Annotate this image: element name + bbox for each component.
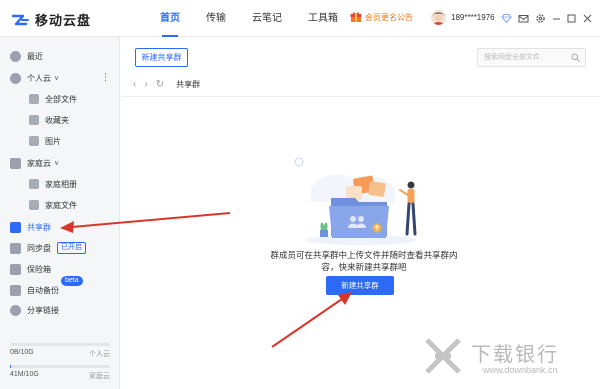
sidebar-item-label: 家庭文件 <box>45 200 77 210</box>
search-icon[interactable] <box>571 53 580 62</box>
sidebar-item-family-album[interactable]: 家庭相册 <box>0 174 120 194</box>
chevron-down-icon: ∨ <box>54 160 60 167</box>
sidebar-item-all-files[interactable]: 全部文件 <box>0 89 120 109</box>
share-icon <box>10 304 21 316</box>
image-icon <box>29 136 39 146</box>
avatar-icon <box>431 10 446 25</box>
sidebar-item-share-link[interactable]: 分享链接 <box>0 300 120 320</box>
quota-label: 家庭云 <box>89 373 110 380</box>
minimize-icon[interactable] <box>551 13 562 24</box>
sidebar-item-safe-box[interactable]: 保险箱 <box>0 259 120 279</box>
sidebar-item-label: 图片 <box>45 136 61 146</box>
file-icon <box>29 200 39 210</box>
forward-icon[interactable]: › <box>144 79 147 90</box>
promo-text: 会员更名公告 <box>365 12 413 22</box>
quota-bar <box>10 365 110 368</box>
quota-bar <box>10 343 110 346</box>
maximize-icon[interactable] <box>566 13 577 24</box>
clock-icon <box>10 50 21 62</box>
sidebar-item-auto-backup[interactable]: 自动备份 beta <box>0 276 120 300</box>
refresh-icon[interactable]: ↻ <box>156 79 164 90</box>
sidebar-item-label: 自动备份 <box>27 285 59 295</box>
gear-icon[interactable] <box>535 13 546 24</box>
sidebar-item-pictures[interactable]: 图片 <box>0 131 120 151</box>
top-nav: 首页 传输 云笔记 工具箱 <box>160 0 364 37</box>
album-icon <box>29 179 39 189</box>
promo-link[interactable]: 会员更名公告 <box>350 11 413 23</box>
quota-label: 个人云 <box>89 351 110 358</box>
create-group-button[interactable]: 新建共享群 <box>326 276 394 295</box>
quota-used: 41M/10G <box>10 371 39 378</box>
sidebar-item-sync-box[interactable]: 同步盘 已开启 <box>0 238 120 258</box>
tab-transfer[interactable]: 传输 <box>206 0 226 37</box>
file-icon <box>29 94 39 104</box>
tab-toolbox[interactable]: 工具箱 <box>308 0 338 37</box>
sidebar-item-favorites[interactable]: 收藏夹 <box>0 110 120 130</box>
tab-cloud-notes[interactable]: 云笔记 <box>252 0 282 37</box>
app-logo: 移动云盘 <box>12 10 91 29</box>
main-panel: 新建共享群 ‹ › ↻ 共享群 群成员可在共享群中上传文件并随时查 <box>121 37 600 389</box>
watermark-title: 下载银行 <box>471 342 559 366</box>
watermark: 下载银行 www.downbank.cn <box>421 332 596 384</box>
sidebar-item-label: 家庭相册 <box>45 179 77 189</box>
vip-diamond-icon[interactable] <box>501 13 512 24</box>
gift-icon <box>350 12 362 22</box>
group-icon <box>10 221 21 233</box>
watermark-url: www.downbank.cn <box>483 365 558 375</box>
sidebar-item-recent[interactable]: 最近 <box>0 46 120 66</box>
quota-family: 41M/10G 家庭云 <box>10 365 110 381</box>
search-box[interactable] <box>477 48 586 67</box>
sidebar: 最近 个人云 ∨ ⋮ 全部文件 收藏夹 图片 家庭云 ∨ 家庭相册 家庭文件 共… <box>0 37 120 389</box>
tab-home[interactable]: 首页 <box>160 0 180 37</box>
sidebar-item-family-cloud[interactable]: 家庭云 ∨ <box>0 153 120 173</box>
sidebar-item-label: 全部文件 <box>45 94 77 104</box>
chevron-down-icon: ∨ <box>54 75 60 82</box>
new-group-button[interactable]: 新建共享群 <box>135 48 188 67</box>
user-phone[interactable]: 189****1976 <box>451 13 495 22</box>
cloud-logo-icon <box>12 14 29 25</box>
sidebar-item-label: 分享链接 <box>27 305 59 315</box>
sync-icon <box>10 242 21 254</box>
sidebar-item-shared-group[interactable]: 共享群 <box>0 217 120 237</box>
sidebar-item-personal-cloud[interactable]: 个人云 ∨ ⋮ <box>0 68 120 88</box>
app-name: 移动云盘 <box>35 13 92 28</box>
home-icon <box>10 157 21 169</box>
sidebar-item-label: 同步盘 <box>27 243 51 253</box>
empty-state-illustration <box>294 157 417 245</box>
empty-state-text: 群成员可在共享群中上传文件并随时查看共享群内容，快来新建共享群吧 <box>270 250 458 272</box>
quota-used: 0B/10G <box>10 349 34 356</box>
safe-icon <box>10 263 21 275</box>
mail-icon[interactable] <box>518 13 529 24</box>
sidebar-item-label: 最近 <box>27 51 43 61</box>
watermark-logo-icon <box>425 338 461 374</box>
back-icon[interactable]: ‹ <box>133 79 136 90</box>
title-bar: 移动云盘 首页 传输 云笔记 工具箱 会员更名公告 189****1976 <box>0 0 600 37</box>
backup-icon <box>10 284 21 296</box>
quota-personal: 0B/10G 个人云 <box>10 343 110 359</box>
breadcrumb: ‹ › ↻ 共享群 <box>133 77 200 91</box>
sidebar-item-family-files[interactable]: 家庭文件 <box>0 195 120 215</box>
cloud-icon <box>10 72 21 84</box>
more-options-icon[interactable]: ⋮ <box>101 72 110 83</box>
divider <box>121 96 600 97</box>
quota-fill <box>10 365 11 368</box>
sidebar-item-label: 共享群 <box>27 222 51 232</box>
search-input[interactable] <box>478 49 568 66</box>
beta-badge: beta <box>61 276 83 286</box>
sidebar-item-label: 个人云 <box>27 73 51 83</box>
close-icon[interactable] <box>582 13 593 24</box>
breadcrumb-current: 共享群 <box>176 79 201 89</box>
user-avatar[interactable] <box>431 10 446 25</box>
folder-icon <box>29 115 39 125</box>
status-badge: 已开启 <box>57 242 86 254</box>
sidebar-item-label: 收藏夹 <box>45 115 69 125</box>
sidebar-item-label: 保险箱 <box>27 264 51 274</box>
sidebar-item-label: 家庭云 <box>27 158 51 168</box>
